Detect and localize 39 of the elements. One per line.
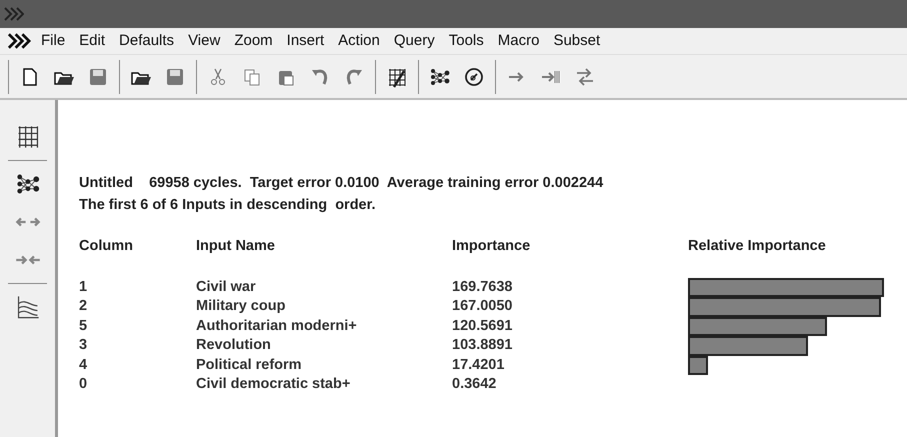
column-header: Column [79, 237, 133, 256]
column-header: Relative Importance [688, 237, 826, 256]
menu-item[interactable]: Action [331, 30, 387, 52]
menu-item[interactable]: Tools [442, 30, 491, 52]
menu-item[interactable]: View [181, 30, 228, 52]
menu-item[interactable]: Subset [546, 30, 608, 52]
table-cell-text: 169.7638 [452, 278, 512, 297]
menu-item[interactable]: Insert [280, 30, 332, 52]
table-cell-text: 17.4201 [452, 356, 504, 375]
menu-item[interactable]: Query [386, 30, 442, 52]
table-cell-text: Military coup [196, 297, 286, 316]
menu-item[interactable]: Edit [72, 30, 112, 52]
table-cell-text: 3 [79, 336, 88, 356]
table-cell-text: 1 [79, 278, 88, 297]
app-logo-icon [6, 32, 32, 50]
table-cell-text: 4 [79, 356, 88, 375]
report-subtitle: The first 6 of 6 Inputs in descending order. [79, 196, 376, 215]
table-cell-text: 103.8891 [452, 336, 512, 356]
menu-item[interactable]: Zoom [227, 30, 280, 52]
table-cell-text: 0 [79, 375, 88, 394]
table-cell-text: 120.5691 [452, 316, 512, 336]
menu-item[interactable]: Macro [490, 30, 546, 52]
menu-item[interactable]: Defaults [112, 30, 182, 52]
table-cell-text: Civil war [196, 278, 256, 297]
swap-arrows-icon[interactable] [574, 66, 596, 88]
table-cell-text: 0.3642 [452, 375, 496, 394]
column-header: Importance [452, 237, 530, 256]
table-cell-text: Political reform [196, 356, 302, 375]
table-cell-text: 167.0050 [452, 297, 512, 316]
table-cell-text: 5 [79, 316, 88, 336]
report-summary: Untitled 69958 cycles. Target error 0.0100 Average training error 0.002244 [79, 174, 604, 193]
table-cell-text: 2 [79, 297, 88, 316]
table-cell-text: Revolution [196, 336, 271, 356]
column-header: Input Name [196, 237, 275, 256]
gauge-icon[interactable] [463, 66, 485, 88]
table-cell-text: Civil democratic stab+ [196, 375, 350, 394]
menu-item[interactable]: File [34, 30, 72, 52]
table-cell-text: Authoritarian moderni+ [196, 316, 357, 336]
app-logo-icon [4, 6, 24, 22]
